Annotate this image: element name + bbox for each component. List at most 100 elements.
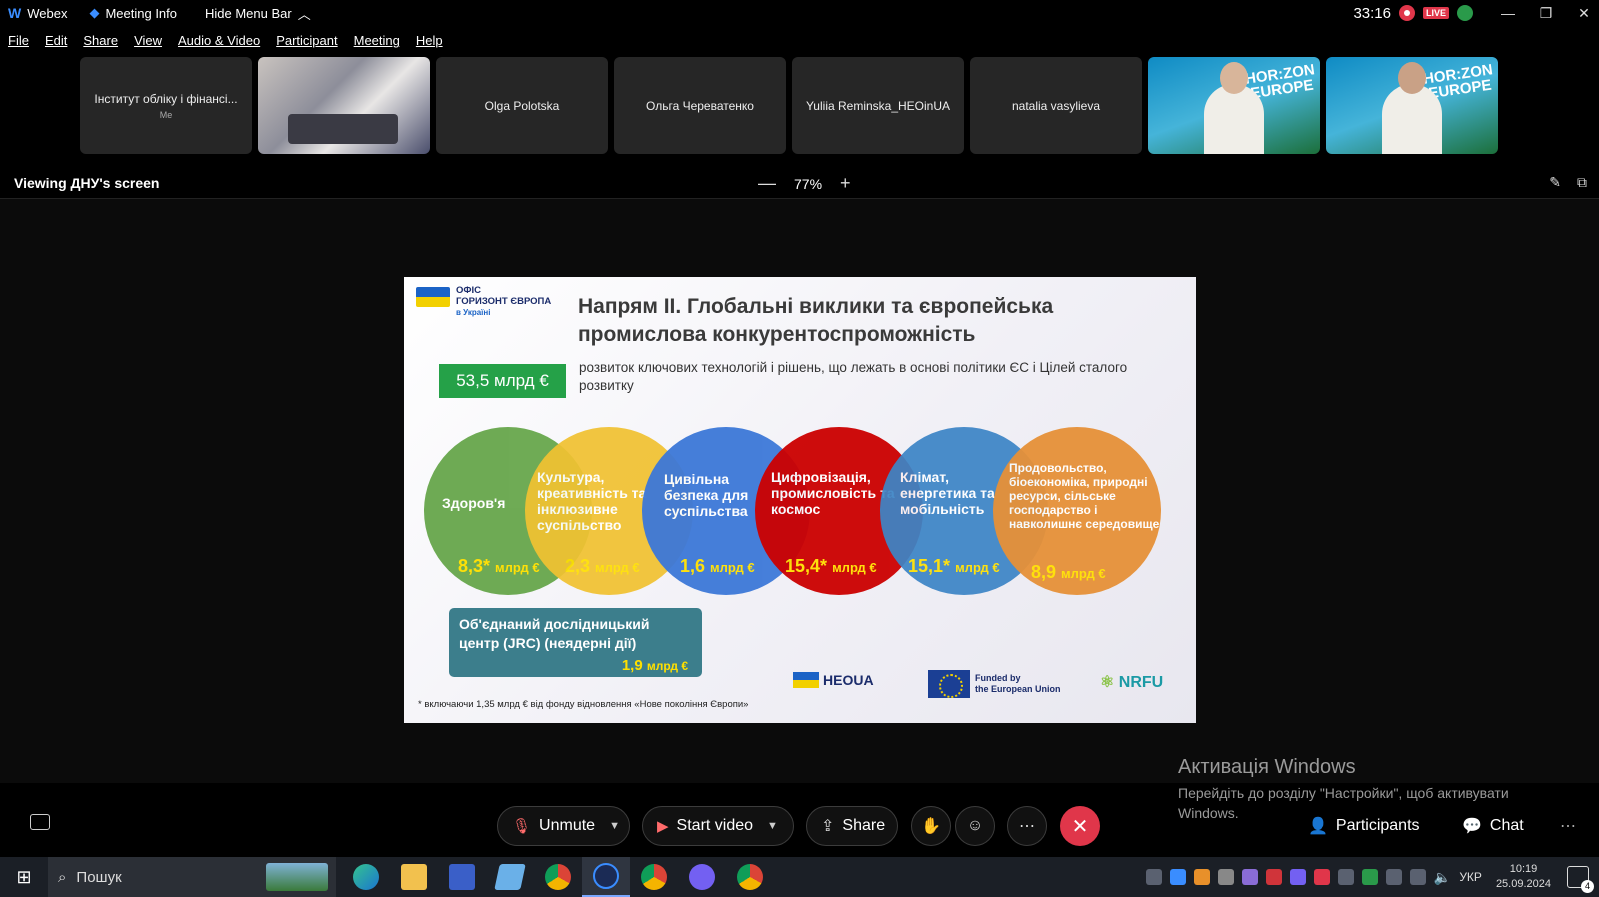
office-line-1: ОФІС — [456, 285, 481, 296]
participants-button[interactable]: 👤 Participants — [1308, 816, 1420, 836]
participant-video-tile[interactable]: HOR:ZON EUROPE — [1326, 57, 1498, 154]
panel-options-button[interactable]: ⋯ — [1560, 816, 1576, 836]
language-indicator[interactable]: УКР — [1459, 870, 1482, 884]
recording-icon[interactable] — [1398, 5, 1415, 21]
close-icon[interactable]: ✕ — [1569, 5, 1599, 22]
jrc-box: Об'єднаний дослідницький центр (JRC) (не… — [449, 608, 702, 677]
participant-video-tile[interactable]: HOR:ZON EUROPE — [1148, 57, 1320, 154]
app-button[interactable] — [486, 857, 534, 897]
participant-me-label: Me — [159, 109, 173, 120]
smiley-icon: ☺ — [966, 817, 984, 834]
jrc-amount-unit: млрд € — [646, 659, 688, 673]
webex-app-button[interactable] — [582, 857, 630, 897]
tray-app-icon[interactable] — [1361, 869, 1378, 885]
annotate-icon[interactable]: ✎ — [1549, 174, 1561, 191]
chrome-app-button[interactable] — [534, 857, 582, 897]
recording-tray-icon[interactable] — [1313, 869, 1330, 885]
app-button[interactable] — [438, 857, 486, 897]
close-icon: ✕ — [1071, 815, 1089, 838]
participant-tile[interactable]: Інститут обліку і фінансі... Me — [80, 57, 252, 154]
menu-file[interactable]: File — [0, 30, 37, 52]
start-video-button[interactable]: ▶ Start video ▼ — [642, 806, 794, 846]
reactions-button[interactable]: ☺ — [955, 806, 995, 846]
captions-icon[interactable] — [30, 814, 50, 830]
menu-participant[interactable]: Participant — [268, 30, 345, 52]
cluster-title: Клімат, енергетика та мобільність — [900, 469, 995, 517]
clock[interactable]: 10:19 25.09.2024 — [1496, 862, 1551, 892]
zoom-level: 77% — [794, 175, 823, 192]
share-button[interactable]: ⇪ Share — [806, 806, 898, 846]
tray-app-icon[interactable] — [1265, 869, 1282, 885]
menu-share[interactable]: Share — [75, 30, 126, 52]
chrome-app-button[interactable] — [726, 857, 774, 897]
shield-icon: ◆ — [89, 5, 100, 20]
menu-audio-video[interactable]: Audio & Video — [170, 30, 268, 52]
share-icon: ⇪ — [821, 818, 835, 835]
speaker-icon[interactable]: 🔈 — [1434, 869, 1451, 886]
unmute-button[interactable]: 🎙 Unmute ▼ — [497, 806, 630, 846]
participant-strip: Інститут обліку і фінансі... Me Olga Pol… — [80, 57, 1498, 154]
zoom-in-button[interactable]: + — [840, 173, 851, 194]
participant-tile[interactable]: Yuliia Reminska_HEOinUA — [792, 57, 964, 154]
tray-app-icon[interactable] — [1145, 869, 1162, 885]
chrome-icon — [641, 864, 667, 890]
chat-button[interactable]: 💬 Chat — [1462, 816, 1524, 836]
participant-tile[interactable]: Olga Polotska — [436, 57, 608, 154]
participant-video-tile[interactable] — [258, 57, 430, 154]
unmute-label: Unmute — [539, 817, 596, 834]
participant-tile[interactable]: natalia vasylieva — [970, 57, 1142, 154]
chrome-icon — [545, 864, 571, 890]
display-icon[interactable] — [1409, 869, 1426, 885]
hide-menu-bar-button[interactable]: Hide Menu Bar ︿ — [205, 4, 311, 23]
edge-app-button[interactable] — [342, 857, 390, 897]
raise-hand-button[interactable]: ✋ — [911, 806, 951, 846]
microphone-icon[interactable] — [1217, 869, 1234, 885]
notifications-icon[interactable]: 4 — [1567, 866, 1594, 893]
restore-icon[interactable]: ❐ — [1531, 5, 1561, 22]
start-video-label: Start video — [676, 817, 754, 834]
slide-title: Напрям ІІ. Глобальні виклики та європейс… — [578, 295, 1054, 346]
pen-icon[interactable] — [1241, 869, 1258, 885]
tray-app-icon[interactable] — [1193, 869, 1210, 885]
chevron-down-icon[interactable]: ▼ — [767, 820, 778, 832]
menu-help[interactable]: Help — [408, 30, 451, 52]
webex-tray-icon[interactable] — [1169, 869, 1186, 885]
cluster-title: Продовольство, біоекономіка, природні ре… — [1009, 461, 1160, 531]
zoom-controls: — 77% + — [758, 173, 851, 194]
view-tools: ✎ ⧉ — [1549, 174, 1587, 191]
participant-tile[interactable]: Ольга Череватенко — [614, 57, 786, 154]
menu-edit[interactable]: Edit — [37, 30, 75, 52]
cluster-amount-unit: млрд € — [710, 560, 755, 575]
shared-slide: ОФІС ГОРИЗОНТ ЄВРОПА в Україні Напрям ІІ… — [404, 277, 1196, 723]
app-name: Webex — [27, 5, 68, 21]
network-icon[interactable] — [1385, 869, 1402, 885]
cluster-amount: 15,1* млрд € — [908, 556, 1000, 577]
windows-start-button[interactable]: ⊞ — [0, 857, 48, 897]
edge-icon — [353, 864, 379, 890]
taskbar-search[interactable]: ⌕ Пошук — [48, 857, 336, 897]
hide-menu-label: Hide Menu Bar — [205, 5, 292, 21]
more-options-button[interactable]: ⋯ — [1007, 806, 1047, 846]
chevron-up-icon: ︿ — [297, 6, 311, 22]
menu-view[interactable]: View — [126, 30, 170, 52]
chrome-app-button[interactable] — [630, 857, 678, 897]
more-icon: ⋯ — [1019, 818, 1035, 835]
viber-icon — [689, 864, 715, 890]
tray-app-icon[interactable] — [1337, 869, 1354, 885]
eu-flag-icon — [928, 670, 970, 698]
minimize-icon[interactable]: — — [1493, 5, 1523, 21]
chat-bubble-icon: 💬 — [1462, 818, 1482, 835]
chevron-down-icon[interactable]: ▼ — [609, 820, 620, 832]
popout-screen-icon[interactable]: ⧉ — [1577, 174, 1587, 191]
viber-app-button[interactable] — [678, 857, 726, 897]
meeting-timer: 33:16 — [1353, 4, 1391, 22]
eu-funded-line-1: Funded by — [975, 673, 1021, 683]
file-explorer-button[interactable] — [390, 857, 438, 897]
viber-tray-icon[interactable] — [1289, 869, 1306, 885]
meeting-info-button[interactable]: ◆ Meeting Info — [89, 5, 177, 21]
network-health-icon[interactable] — [1457, 5, 1473, 21]
leave-meeting-button[interactable]: ✕ — [1060, 806, 1100, 846]
zoom-out-button[interactable]: — — [758, 173, 776, 194]
cluster-amount-value: 8,3* — [458, 556, 491, 576]
menu-meeting[interactable]: Meeting — [346, 30, 408, 52]
